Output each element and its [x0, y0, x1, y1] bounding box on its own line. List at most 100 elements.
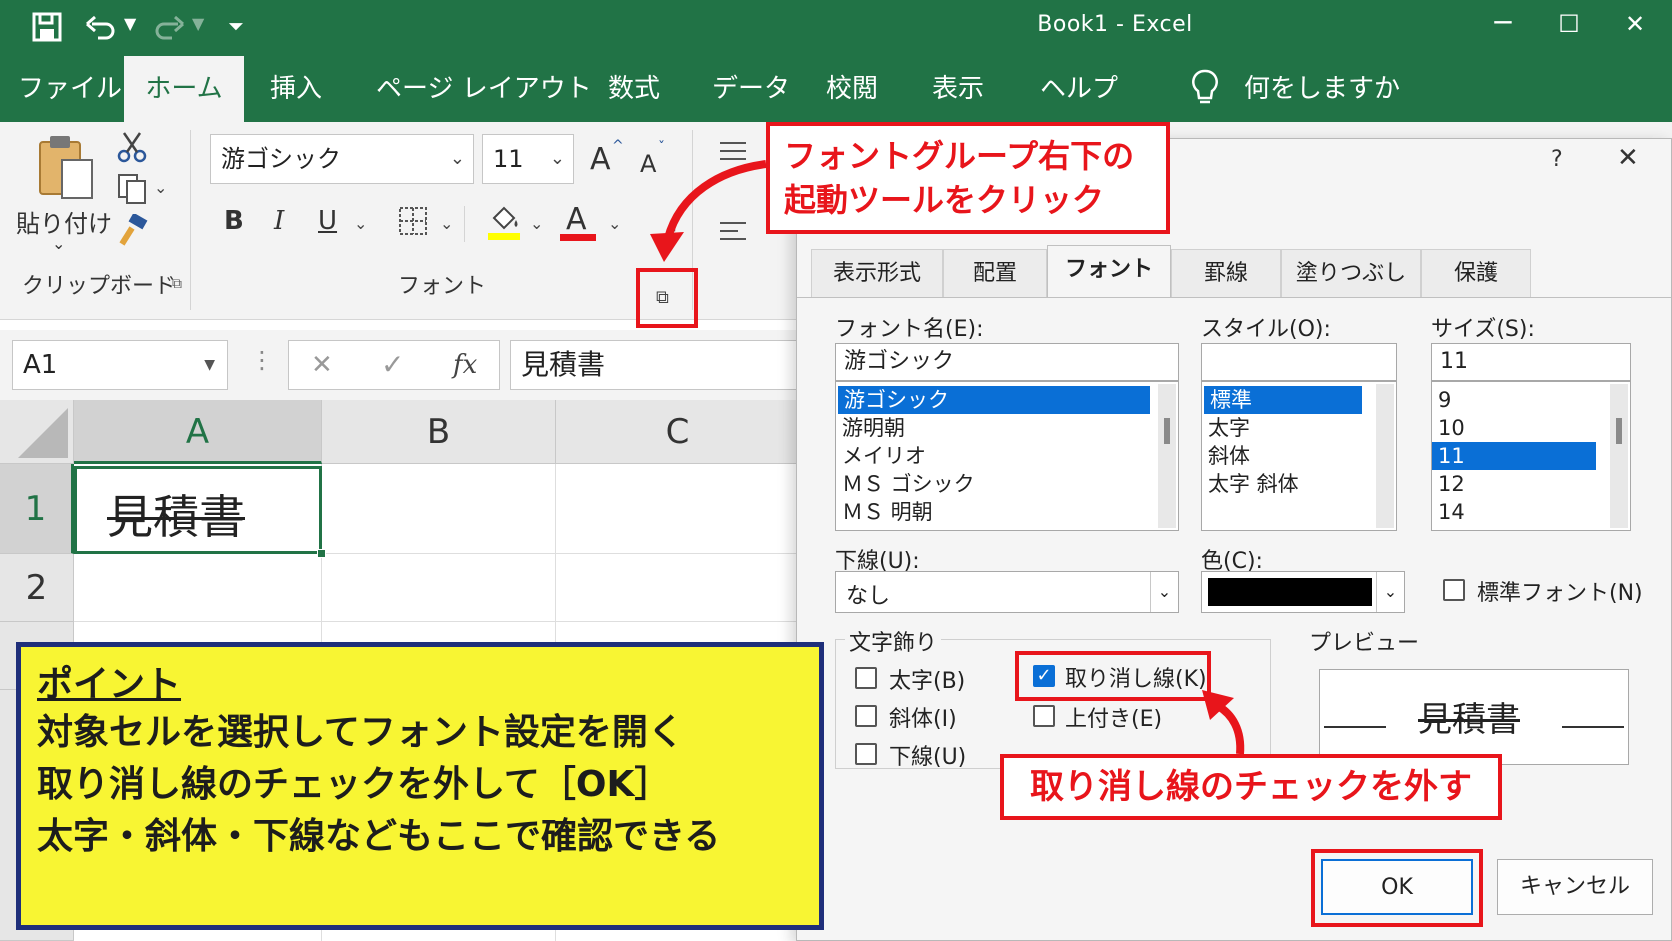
window-title: Book1 - Excel [1037, 12, 1193, 37]
cut-icon[interactable] [116, 130, 148, 168]
font-list-item[interactable]: ＭＳ ゴシック [836, 470, 1178, 498]
paste-icon[interactable] [34, 132, 98, 206]
bold-button[interactable]: B [224, 206, 244, 236]
dialog-close-icon[interactable]: ✕ [1617, 143, 1639, 173]
font-dialog-launcher-icon[interactable]: ⧉ [656, 287, 669, 308]
chevron-down-icon: ⌄ [1150, 572, 1178, 612]
grow-font-button[interactable]: A [590, 142, 611, 177]
underline-dropdown-icon[interactable]: ⌄ [354, 214, 367, 233]
font-list-scrollbar[interactable] [1158, 384, 1176, 528]
borders-dropdown-icon[interactable]: ⌄ [440, 214, 453, 233]
dialog-tab-protection[interactable]: 保護 [1421, 249, 1531, 297]
help-icon[interactable]: ? [1551, 147, 1563, 172]
size-list-item[interactable]: 9 [1432, 386, 1630, 414]
style-list[interactable]: 標準 太字 斜体 太字 斜体 [1201, 381, 1397, 531]
size-list-item[interactable]: 14 [1432, 498, 1630, 526]
font-list-item[interactable]: 游明朝 [836, 414, 1178, 442]
dialog-tab-font[interactable]: フォント [1047, 245, 1171, 297]
superscript-checkbox[interactable] [1033, 705, 1055, 727]
fill-color-icon[interactable] [486, 202, 524, 246]
underline-checkbox[interactable] [855, 743, 877, 765]
font-name-input[interactable]: 游ゴシック [835, 343, 1179, 381]
scroll-thumb[interactable] [1616, 418, 1622, 444]
tab-review[interactable]: 校閲 [812, 56, 892, 122]
color-select[interactable]: ⌄ [1201, 571, 1405, 613]
row-header-2[interactable]: 2 [0, 554, 74, 622]
fill-color-dropdown-icon[interactable]: ⌄ [530, 214, 543, 233]
tab-page-layout[interactable]: ページ レイアウト [362, 56, 606, 122]
style-input[interactable] [1201, 343, 1397, 381]
dialog-tab-fill[interactable]: 塗りつぶし [1281, 249, 1421, 297]
font-color-button[interactable]: A [566, 202, 587, 237]
font-size-combo[interactable]: 11 ⌄ [482, 134, 574, 184]
tab-data[interactable]: データ [698, 56, 804, 122]
tab-home[interactable]: ホーム [124, 56, 244, 122]
ok-button[interactable]: OK [1321, 859, 1473, 915]
cancel-button[interactable]: キャンセル [1497, 859, 1653, 915]
tab-file[interactable]: ファイル [4, 56, 136, 122]
preview-box: 見積書 [1319, 669, 1629, 765]
size-list-item[interactable]: 10 [1432, 414, 1630, 442]
copy-icon[interactable] [116, 172, 148, 208]
clipboard-launcher-icon[interactable]: ⧉ [172, 276, 182, 292]
format-cells-dialog: ? ✕ 表示形式 配置 フォント 罫線 塗りつぶし 保護 フォント名(E): 游… [796, 138, 1672, 941]
italic-button[interactable]: I [274, 206, 284, 236]
superscript-label: 上付き(E) [1065, 707, 1163, 732]
column-header-b[interactable]: B [322, 400, 556, 464]
style-list-item[interactable]: 太字 [1202, 414, 1396, 442]
size-list[interactable]: 9 10 11 12 14 [1431, 381, 1631, 531]
close-icon[interactable]: ✕ [1612, 10, 1658, 38]
minimize-icon[interactable]: ─ [1480, 6, 1526, 39]
tab-view[interactable]: 表示 [918, 56, 998, 122]
size-input[interactable]: 11 [1431, 343, 1631, 381]
style-list-item[interactable]: 標準 [1204, 386, 1362, 414]
strikethrough-checkbox[interactable]: ✓ [1033, 665, 1055, 687]
font-name-combo[interactable]: 游ゴシック ⌄ [210, 134, 474, 184]
row-header-1[interactable]: 1 [0, 464, 74, 554]
size-list-scrollbar[interactable] [1610, 384, 1628, 528]
underline-button[interactable]: U [318, 206, 337, 236]
name-box[interactable]: A1 ▼ [12, 340, 228, 390]
style-list-item[interactable]: 斜体 [1202, 442, 1396, 470]
column-header-c[interactable]: C [556, 400, 800, 464]
effects-label: 文字飾り [845, 625, 942, 657]
cancel-icon[interactable]: ✕ [311, 341, 333, 389]
chevron-down-icon: ⌄ [449, 148, 465, 169]
font-color-swatch [560, 234, 596, 241]
launcher-callout: フォントグループ右下の 起動ツールをクリック [766, 122, 1170, 234]
tab-insert[interactable]: 挿入 [256, 56, 336, 122]
paste-dropdown-icon[interactable]: ⌄ [52, 234, 65, 253]
font-list-item[interactable]: ＭＳ 明朝 [836, 498, 1178, 526]
insert-function-icon[interactable]: fx [453, 341, 477, 389]
borders-icon[interactable] [398, 206, 428, 240]
formula-input[interactable]: 見積書 [510, 340, 800, 390]
format-painter-icon[interactable] [116, 212, 148, 252]
dialog-tab-alignment[interactable]: 配置 [943, 249, 1047, 297]
font-name-list[interactable]: 游ゴシック 游明朝 メイリオ ＭＳ ゴシック ＭＳ 明朝 [835, 381, 1179, 531]
dialog-tab-number[interactable]: 表示形式 [811, 249, 943, 297]
underline-select[interactable]: なし ⌄ [835, 571, 1179, 613]
tab-help[interactable]: ヘルプ [1026, 56, 1132, 122]
normal-font-checkbox[interactable] [1443, 579, 1465, 601]
size-list-item[interactable]: 12 [1432, 470, 1630, 498]
fill-handle[interactable] [317, 549, 326, 558]
enter-icon[interactable]: ✓ [381, 341, 404, 389]
column-header-a[interactable]: A [74, 400, 322, 464]
tab-formulas[interactable]: 数式 [594, 56, 674, 122]
tell-me-search[interactable]: 何をしますか [1230, 56, 1414, 122]
size-list-item[interactable]: 11 [1432, 442, 1596, 470]
launcher-callout-line2: 起動ツールをクリック [784, 181, 1105, 219]
font-list-item[interactable]: 游ゴシック [838, 386, 1150, 414]
cell-a1[interactable]: 見積書 [74, 466, 326, 558]
style-list-scrollbar[interactable] [1376, 384, 1394, 528]
style-list-item[interactable]: 太字 斜体 [1202, 470, 1396, 498]
italic-checkbox[interactable] [855, 705, 877, 727]
maximize-icon[interactable]: ☐ [1546, 10, 1592, 38]
bold-checkbox[interactable] [855, 667, 877, 689]
font-list-item[interactable]: メイリオ [836, 442, 1178, 470]
font-color-dropdown-icon[interactable]: ⌄ [608, 214, 621, 233]
copy-dropdown-icon[interactable]: ⌄ [154, 178, 167, 197]
scroll-thumb[interactable] [1164, 418, 1170, 444]
select-all-corner[interactable] [0, 400, 74, 464]
dialog-tab-border[interactable]: 罫線 [1171, 249, 1281, 297]
